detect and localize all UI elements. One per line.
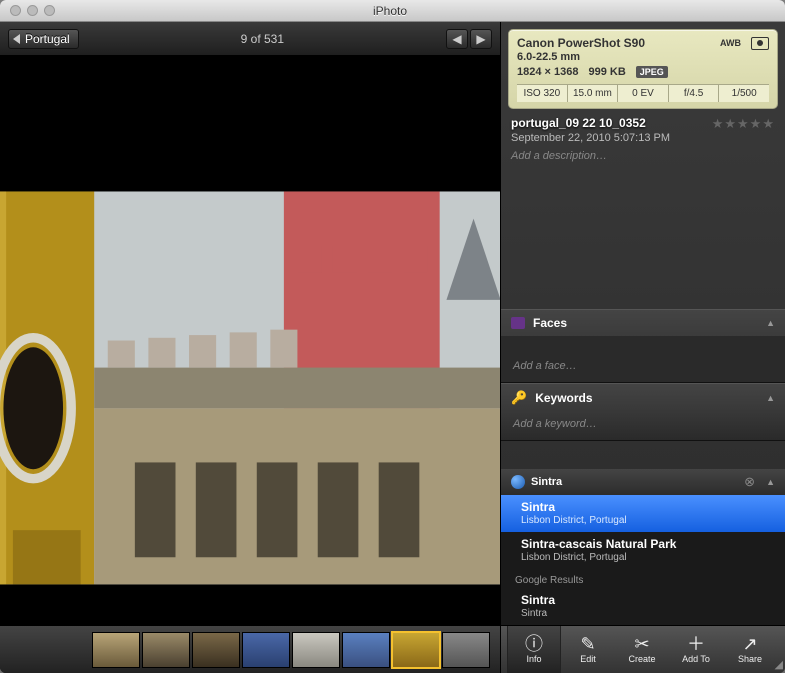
- keywords-title: Keywords: [535, 391, 592, 405]
- viewer-header: Portugal 9 of 531 ◀ ▶: [0, 22, 500, 56]
- tool-label: Add To: [682, 654, 710, 664]
- suggestion-title: Sintra-cascais Natural Park: [521, 537, 676, 551]
- exif-ev: 0 EV: [618, 85, 669, 102]
- photo-meta: ★★★★★ portugal_09 22 10_0352 September 2…: [501, 116, 785, 170]
- tool-label: Edit: [580, 654, 596, 664]
- tool-label: Info: [526, 654, 541, 664]
- thumbnail-selected[interactable]: [392, 632, 440, 668]
- exif-focal: 15.0 mm: [568, 85, 619, 102]
- location-suggestion[interactable]: Sintra-cascais Natural Park Lisbon Distr…: [501, 532, 785, 569]
- location-header: Sintra ⊗ ▲: [501, 469, 785, 495]
- faces-header[interactable]: Faces ▲: [501, 310, 785, 336]
- info-tool-button[interactable]: ⓘ Info: [507, 626, 561, 673]
- suggestion-title: Sintra: [521, 593, 555, 607]
- scissors-icon: ✂: [634, 635, 649, 653]
- exif-shutter: 1/500: [719, 85, 769, 102]
- prev-photo-button[interactable]: ◀: [446, 29, 468, 49]
- key-icon: 🔑: [511, 390, 527, 406]
- location-dropdown: Sintra Lisbon District, Portugal Sintra-…: [501, 495, 785, 625]
- collapse-icon[interactable]: ▲: [766, 477, 775, 487]
- exif-camera: Canon PowerShot S90: [517, 36, 710, 50]
- breadcrumb-back-button[interactable]: Portugal: [8, 29, 79, 49]
- plus-icon: ＋: [687, 635, 705, 653]
- clear-location-button[interactable]: ⊗: [741, 474, 758, 490]
- thumbnail[interactable]: [142, 632, 190, 668]
- exif-dimensions: 1824 × 1368: [517, 66, 578, 78]
- thumbnail[interactable]: [242, 632, 290, 668]
- tool-label: Share: [738, 654, 762, 664]
- metering-icon: [751, 37, 769, 50]
- awb-badge: AWB: [720, 38, 741, 48]
- photo-date: September 22, 2010 5:07:13 PM: [511, 132, 775, 144]
- info-icon: ⓘ: [525, 635, 543, 653]
- bottom-toolbar: ⓘ Info ✎ Edit ✂ Create ＋ Add To ↗ Shar: [501, 625, 785, 673]
- location-section: Sintra ⊗ ▲ Sintra Lisbon District, Portu…: [501, 469, 785, 625]
- addto-tool-button[interactable]: ＋ Add To: [669, 626, 723, 673]
- share-icon: ↗: [742, 635, 757, 653]
- location-suggestion[interactable]: Sintra Sintra: [501, 588, 785, 625]
- thumbnail[interactable]: [292, 632, 340, 668]
- globe-icon: [511, 475, 525, 489]
- description-placeholder[interactable]: Add a description…: [511, 150, 775, 162]
- share-tool-button[interactable]: ↗ Share: [723, 626, 777, 673]
- pencil-icon: ✎: [580, 635, 595, 653]
- thumbnail-strip: [0, 625, 500, 673]
- suggestion-sub: Sintra: [521, 608, 771, 619]
- suggestion-title: Sintra: [521, 500, 555, 514]
- keywords-placeholder[interactable]: Add a keyword…: [513, 418, 597, 430]
- thumbnail[interactable]: [92, 632, 140, 668]
- viewer-pane: Portugal 9 of 531 ◀ ▶: [0, 22, 500, 673]
- suggestion-sub: Lisbon District, Portugal: [521, 515, 771, 526]
- thumbnail[interactable]: [342, 632, 390, 668]
- exif-filesize: 999 KB: [588, 66, 625, 78]
- exif-iso: ISO 320: [517, 85, 568, 102]
- create-tool-button[interactable]: ✂ Create: [615, 626, 669, 673]
- suggestion-sub: Lisbon District, Portugal: [521, 552, 771, 563]
- photo-viewport[interactable]: [0, 56, 500, 625]
- keywords-header[interactable]: 🔑 Keywords ▲: [501, 384, 785, 412]
- window-titlebar: iPhoto: [0, 0, 785, 22]
- rating-stars[interactable]: ★★★★★: [712, 116, 775, 132]
- thumbnail[interactable]: [192, 632, 240, 668]
- keywords-section: 🔑 Keywords ▲ Add a keyword…: [501, 383, 785, 441]
- exif-lens: 6.0-22.5 mm: [517, 51, 769, 63]
- faces-section: Faces ▲ Add a face…: [501, 309, 785, 383]
- location-input[interactable]: Sintra: [531, 476, 562, 488]
- collapse-icon[interactable]: ▲: [766, 393, 775, 403]
- thumbnail[interactable]: [442, 632, 490, 668]
- faces-placeholder[interactable]: Add a face…: [513, 360, 577, 372]
- exif-card: Canon PowerShot S90 AWB 6.0-22.5 mm 1824…: [508, 29, 778, 109]
- exif-format-badge: JPEG: [636, 66, 668, 78]
- edit-tool-button[interactable]: ✎ Edit: [561, 626, 615, 673]
- info-panel: Canon PowerShot S90 AWB 6.0-22.5 mm 1824…: [500, 22, 785, 673]
- exif-pills: ISO 320 15.0 mm 0 EV f/4.5 1/500: [517, 84, 769, 102]
- photo-index-label: 9 of 531: [79, 32, 446, 46]
- google-results-label: Google Results: [501, 569, 785, 588]
- app-window: iPhoto Portugal 9 of 531 ◀ ▶: [0, 0, 785, 673]
- exif-aperture: f/4.5: [669, 85, 720, 102]
- resize-grip-icon[interactable]: ◢: [775, 658, 783, 671]
- faces-icon: [511, 317, 525, 329]
- next-photo-button[interactable]: ▶: [470, 29, 492, 49]
- app-title: iPhoto: [35, 4, 745, 18]
- location-suggestion[interactable]: Sintra Lisbon District, Portugal: [501, 495, 785, 532]
- tool-label: Create: [628, 654, 655, 664]
- faces-title: Faces: [533, 316, 567, 330]
- breadcrumb-label: Portugal: [25, 32, 70, 46]
- collapse-icon[interactable]: ▲: [766, 318, 775, 328]
